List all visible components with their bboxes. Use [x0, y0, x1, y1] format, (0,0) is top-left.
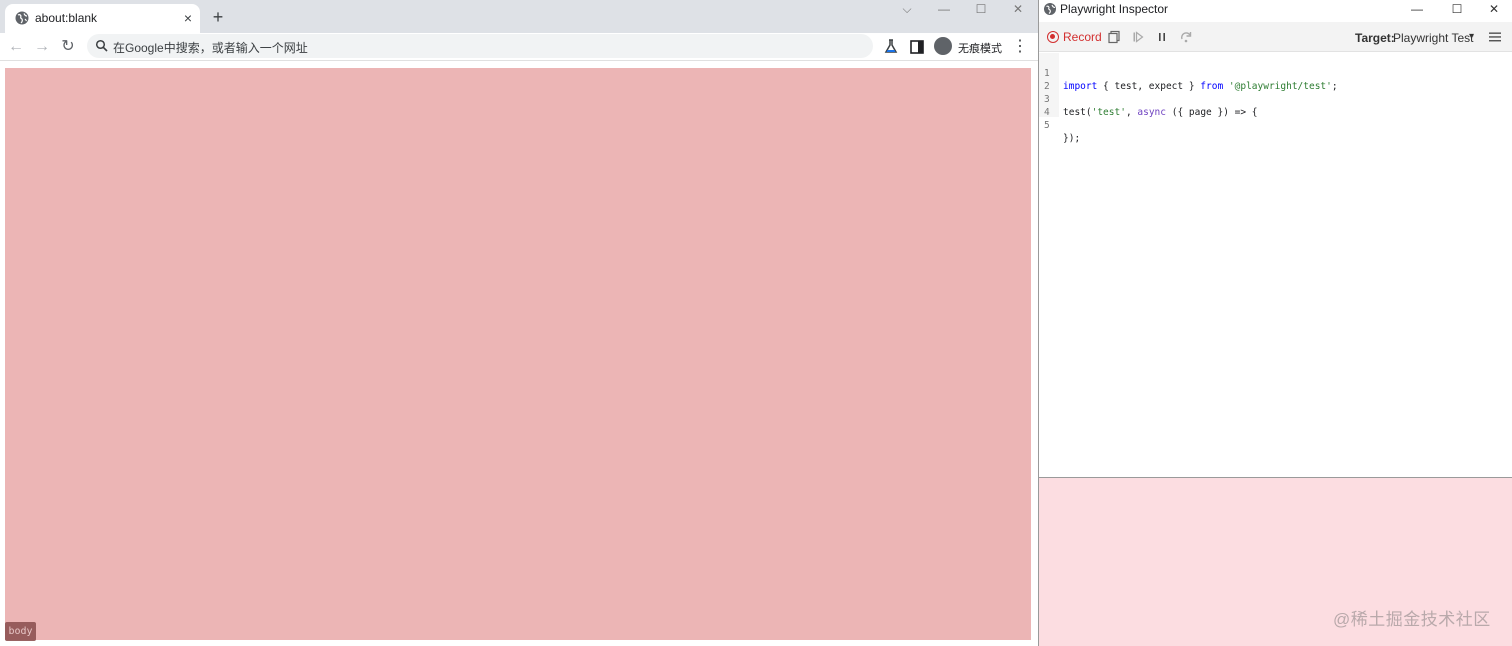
- incognito-icon: [934, 37, 952, 55]
- inspector-title: Playwright Inspector: [1060, 2, 1169, 16]
- incognito-badge[interactable]: 无痕模式: [931, 35, 1005, 57]
- code-text: test('test', async ({ page }) => {: [1063, 107, 1258, 118]
- tab-about-blank[interactable]: about:blank ×: [5, 4, 200, 33]
- code-line: 5 });: [1039, 106, 1085, 144]
- record-label: Record: [1063, 30, 1102, 44]
- inspector-toolbar: Record Target: Playwright Test ▾: [1039, 22, 1512, 52]
- tab-title: about:blank: [35, 11, 98, 25]
- watermark: @稀土掘金技术社区: [1333, 610, 1491, 629]
- tab-close-icon[interactable]: ×: [180, 10, 196, 26]
- line-number: 5: [1044, 120, 1050, 131]
- search-icon: [95, 39, 108, 52]
- forward-button[interactable]: →: [31, 36, 53, 58]
- incognito-label: 无痕模式: [958, 43, 1002, 55]
- new-tab-button[interactable]: +: [208, 7, 228, 27]
- element-tag-tooltip: body: [5, 622, 36, 641]
- reload-button[interactable]: ↻: [57, 36, 79, 58]
- inspector-close-button[interactable]: ✕: [1479, 0, 1509, 18]
- code-line: 4: [1039, 93, 1085, 118]
- browser-toolbar: ← → ↻ 在Google中搜索，或者输入一个网址 无痕模式 ⋮: [0, 33, 1038, 60]
- globe-icon: [15, 11, 29, 25]
- code-text: });: [1063, 133, 1081, 144]
- step-over-icon[interactable]: [1179, 30, 1193, 44]
- highlighted-body-element[interactable]: [5, 68, 1031, 640]
- pause-icon[interactable]: [1155, 30, 1169, 44]
- copy-icon[interactable]: [1107, 30, 1121, 44]
- inspector-maximize-button[interactable]: ☐: [1442, 0, 1472, 18]
- code-editor[interactable]: 1 import { test, expect } from '@playwri…: [1039, 53, 1512, 477]
- chevron-down-icon[interactable]: ▾: [1469, 31, 1474, 42]
- code-line: 3 test('test', async ({ page }) => {: [1039, 80, 1258, 118]
- back-button[interactable]: ←: [5, 36, 27, 58]
- menu-lines-icon[interactable]: [1489, 31, 1501, 43]
- code-line: 2: [1039, 67, 1085, 92]
- page-viewport: body: [0, 60, 1038, 646]
- code-line: 1 import { test, expect } from '@playwri…: [1039, 54, 1338, 92]
- browser-window: about:blank × + ⌵ — ☐ ✕ ← → ↻ 在Google中搜索…: [0, 0, 1038, 646]
- tab-search-chevron-icon[interactable]: ⌵: [892, 1, 922, 17]
- omnibox-placeholder: 在Google中搜索，或者输入一个网址: [113, 41, 308, 55]
- side-panel-icon[interactable]: [908, 38, 926, 56]
- minimize-button[interactable]: —: [929, 1, 959, 17]
- inspector-minimize-button[interactable]: —: [1402, 0, 1432, 18]
- tab-strip: about:blank × + ⌵ — ☐ ✕: [0, 0, 1038, 33]
- close-window-button[interactable]: ✕: [1003, 1, 1033, 17]
- maximize-button[interactable]: ☐: [966, 1, 996, 17]
- target-select[interactable]: Playwright Test: [1393, 31, 1473, 45]
- inspector-titlebar: Playwright Inspector — ☐ ✕: [1039, 0, 1512, 18]
- target-label: Target:: [1355, 31, 1395, 45]
- code-text: import { test, expect } from '@playwrigh…: [1063, 81, 1338, 92]
- resume-icon[interactable]: [1131, 30, 1145, 44]
- playwright-inspector-window: Playwright Inspector — ☐ ✕ Record Target…: [1038, 0, 1512, 478]
- omnibox[interactable]: 在Google中搜索，或者输入一个网址: [87, 34, 873, 58]
- record-icon: [1047, 31, 1059, 43]
- browser-menu-button[interactable]: ⋮: [1012, 36, 1028, 58]
- labs-flask-icon[interactable]: [882, 38, 900, 56]
- globe-icon: [1044, 3, 1056, 15]
